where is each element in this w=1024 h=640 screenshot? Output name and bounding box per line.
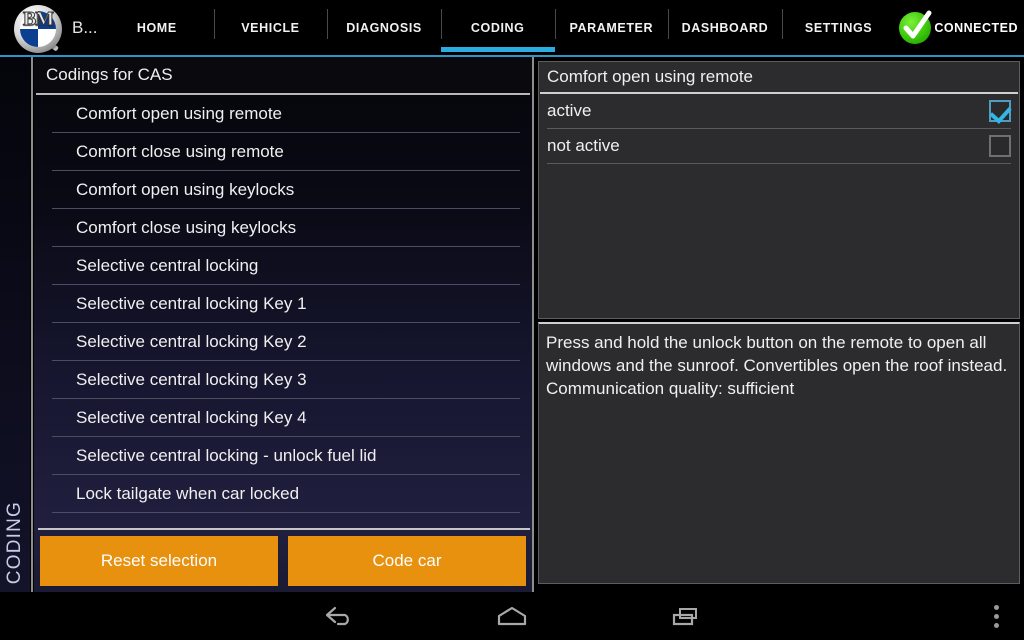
option-row-not-active[interactable]: not active bbox=[547, 129, 1011, 164]
tab-vehicle[interactable]: VEHICLE bbox=[213, 0, 328, 55]
tab-settings-label: SETTINGS bbox=[804, 20, 873, 35]
action-button-row: Reset selection Code car bbox=[34, 530, 532, 592]
tab-dashboard-label: DASHBOARD bbox=[681, 20, 769, 35]
tab-dashboard[interactable]: DASHBOARD bbox=[668, 0, 782, 55]
tab-coding[interactable]: CODING bbox=[440, 0, 555, 55]
side-divider bbox=[31, 57, 33, 592]
tab-vehicle-underline bbox=[214, 47, 328, 52]
home-pentagon-icon[interactable] bbox=[464, 592, 560, 640]
options-panel-title: Comfort open using remote bbox=[547, 67, 753, 86]
list-item[interactable]: Selective central locking Key 4 bbox=[52, 399, 520, 437]
app-logo: BM bbox=[6, 0, 68, 55]
tab-diagnosis-underline bbox=[327, 47, 441, 52]
tab-coding-underline bbox=[440, 47, 555, 52]
tab-diagnosis-label: DIAGNOSIS bbox=[346, 20, 422, 35]
description-panel: Press and hold the unlock button on the … bbox=[538, 322, 1020, 584]
code-car-button[interactable]: Code car bbox=[288, 536, 526, 586]
list-item[interactable]: Comfort close using keylocks bbox=[52, 209, 520, 247]
tab-home-underline bbox=[100, 47, 214, 52]
tab-parameter[interactable]: PARAMETER bbox=[554, 0, 669, 55]
list-item[interactable]: Selective central locking Key 3 bbox=[52, 361, 520, 399]
option-label: not active bbox=[547, 136, 620, 155]
codings-list-panel: Codings for CAS Comfort open using remot… bbox=[34, 57, 534, 592]
green-check-circle-icon bbox=[899, 10, 932, 44]
tab-home-label: HOME bbox=[136, 20, 177, 35]
description-text: Press and hold the unlock button on the … bbox=[546, 333, 1008, 398]
overflow-dot bbox=[993, 613, 999, 619]
tab-dashboard-underline bbox=[668, 47, 782, 52]
codings-list[interactable]: Comfort open using remote Comfort close … bbox=[34, 95, 532, 528]
overflow-dot bbox=[993, 604, 999, 610]
tab-diagnosis[interactable]: DIAGNOSIS bbox=[327, 0, 441, 55]
options-panel: Comfort open using remote active not act… bbox=[538, 61, 1020, 319]
connection-status[interactable]: CONNECTED bbox=[895, 0, 1024, 55]
tab-vehicle-label: VEHICLE bbox=[241, 20, 300, 35]
option-label: active bbox=[547, 101, 592, 120]
recents-squares-icon[interactable] bbox=[638, 592, 734, 640]
top-navigation-bar: BM B... HOME VEHICLE DIAGNOSIS CODING PA… bbox=[0, 0, 1024, 55]
connection-label: CONNECTED bbox=[934, 20, 1018, 35]
reset-selection-button[interactable]: Reset selection bbox=[40, 536, 278, 586]
codings-list-title: Codings for CAS bbox=[34, 57, 532, 93]
roundel-icon: BM bbox=[14, 5, 62, 53]
tab-bar: HOME VEHICLE DIAGNOSIS CODING PARAMETER … bbox=[100, 0, 895, 55]
list-item[interactable]: Lock tailgate when car locked bbox=[52, 475, 520, 513]
tab-parameter-underline bbox=[555, 47, 669, 52]
brand-area: BM B... bbox=[0, 0, 100, 55]
list-item[interactable]: Selective central locking Key 2 bbox=[52, 323, 520, 361]
tab-settings[interactable]: SETTINGS bbox=[781, 0, 896, 55]
list-item[interactable]: Comfort close using remote bbox=[52, 133, 520, 171]
roundel-letters: BM bbox=[22, 8, 54, 31]
checkbox-checked-icon[interactable] bbox=[989, 100, 1011, 122]
android-navigation-bar bbox=[0, 592, 1024, 640]
app-title: B... bbox=[72, 17, 98, 37]
back-arrow-icon[interactable] bbox=[290, 592, 386, 640]
list-item[interactable]: Selective central locking - unlock fuel … bbox=[52, 437, 520, 475]
list-item[interactable]: Comfort open using keylocks bbox=[52, 171, 520, 209]
list-item[interactable]: Comfort open using remote bbox=[52, 95, 520, 133]
tab-home[interactable]: HOME bbox=[100, 0, 214, 55]
overflow-menu-icon[interactable] bbox=[976, 592, 1016, 640]
checkbox-unchecked-icon[interactable] bbox=[989, 135, 1011, 157]
list-item[interactable]: Selective central locking bbox=[52, 247, 520, 285]
tab-parameter-label: PARAMETER bbox=[569, 20, 654, 35]
tab-settings-underline bbox=[782, 47, 896, 52]
app-root: BM B... HOME VEHICLE DIAGNOSIS CODING PA… bbox=[0, 0, 1024, 640]
tab-coding-label: CODING bbox=[470, 20, 525, 35]
list-item[interactable]: Selective central locking Key 1 bbox=[52, 285, 520, 323]
section-side-label-text: CODING bbox=[4, 500, 25, 584]
overflow-dot bbox=[993, 622, 999, 628]
section-side-label: CODING bbox=[0, 57, 30, 592]
option-row-active[interactable]: active bbox=[547, 94, 1011, 129]
